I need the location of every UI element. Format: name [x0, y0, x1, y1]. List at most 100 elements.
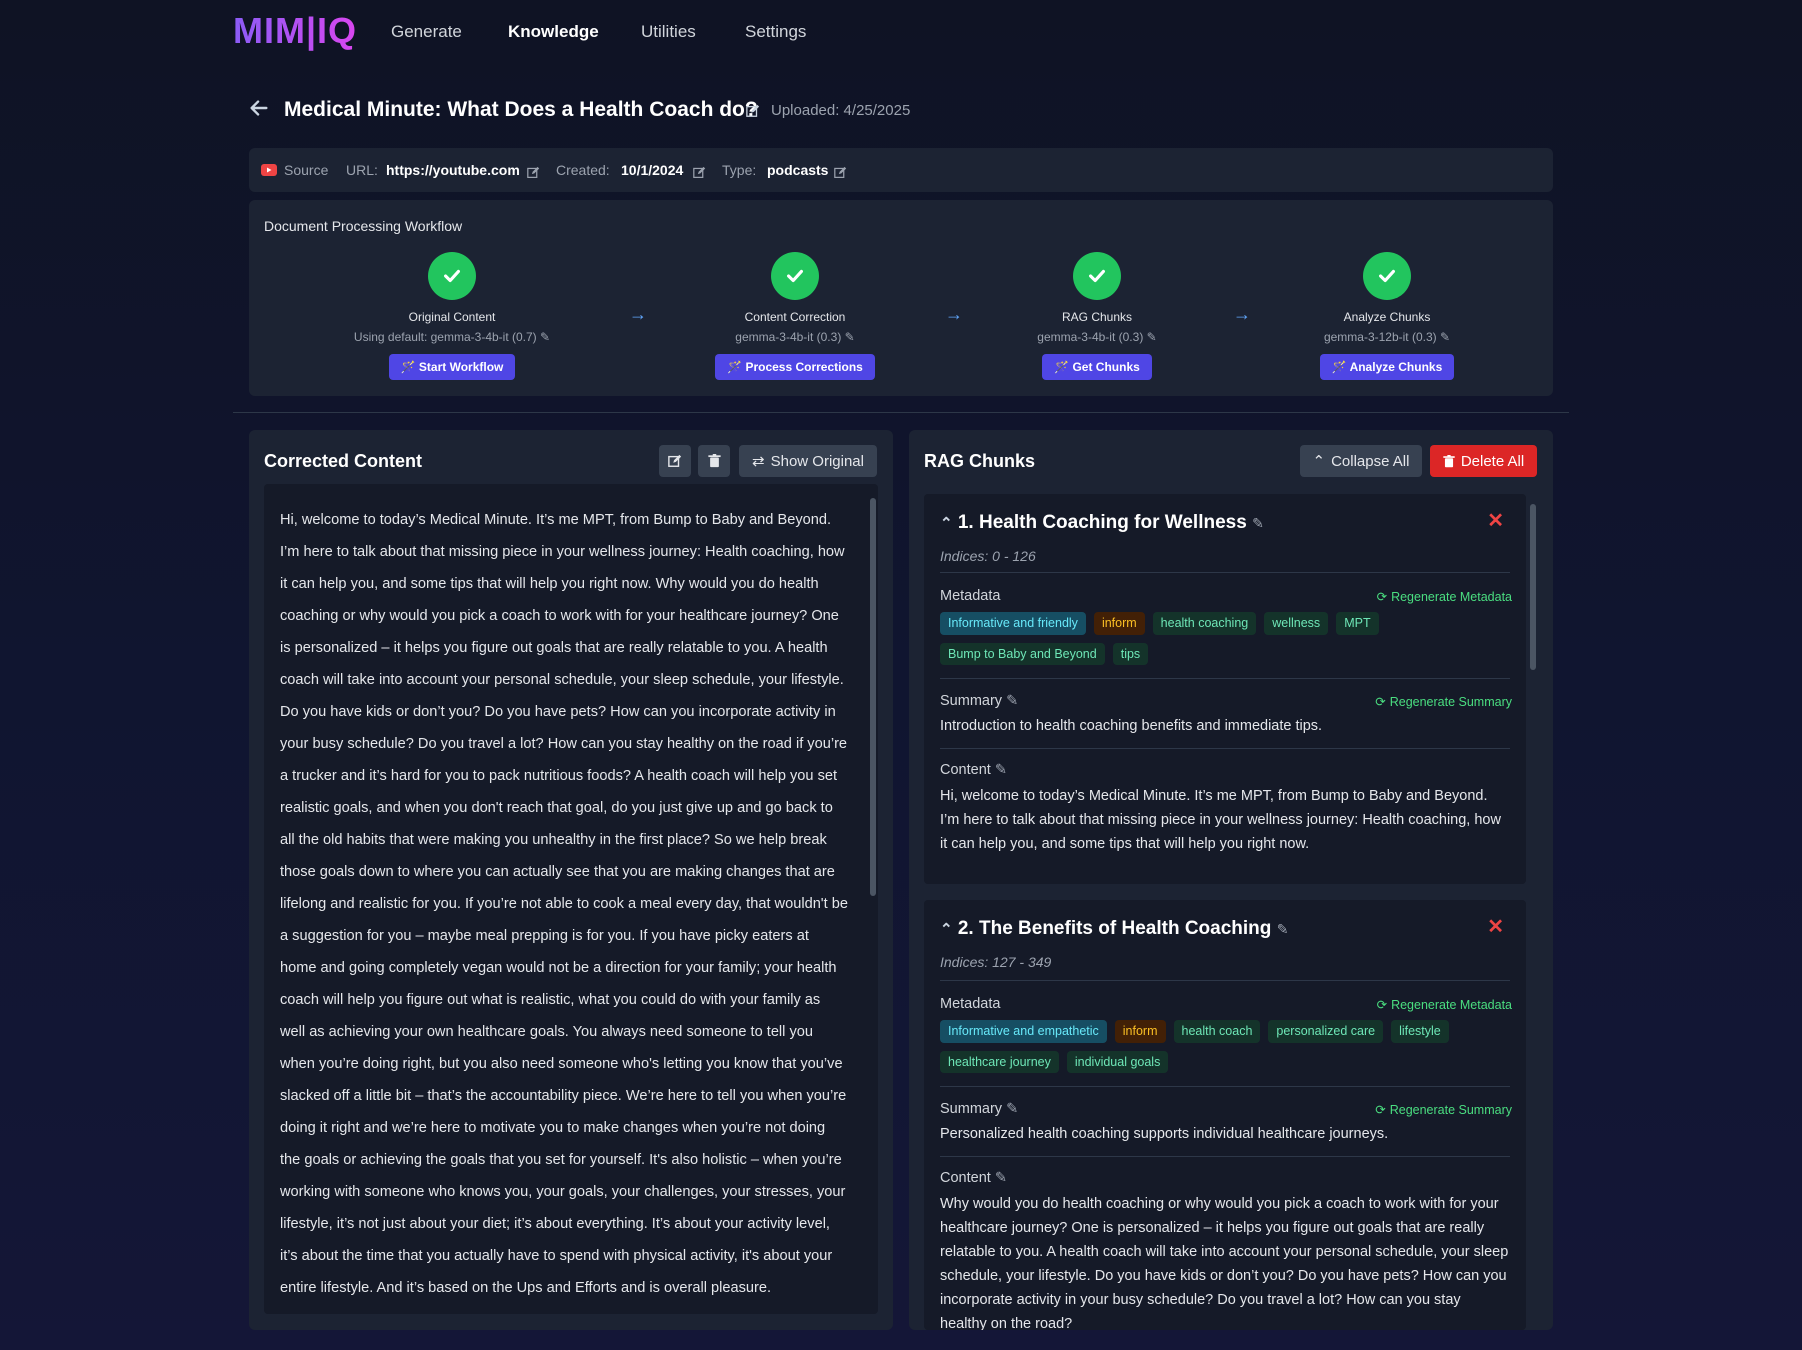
edit-model-icon[interactable]: ✎	[1147, 330, 1157, 344]
delete-all-button[interactable]: Delete All	[1430, 445, 1537, 477]
swap-icon: ⇄	[752, 453, 765, 470]
delete-content-button[interactable]	[698, 445, 730, 477]
check-icon	[428, 252, 476, 300]
rag-chunk: ⌃ 2. The Benefits of Health Coaching ✎ ✕…	[924, 900, 1526, 1330]
scrollbar-thumb[interactable]	[870, 498, 876, 896]
show-original-button[interactable]: ⇄ Show Original	[739, 445, 877, 477]
tag: inform	[1093, 612, 1145, 635]
youtube-icon	[261, 163, 277, 181]
refresh-icon: ⟳	[1376, 590, 1388, 604]
edit-url-icon[interactable]	[527, 164, 540, 182]
url-value[interactable]: https://youtube.com	[386, 162, 520, 178]
scrollbar[interactable]	[870, 486, 876, 1312]
chevron-up-icon: ⌃	[1312, 453, 1326, 470]
analyze-chunks-button[interactable]: 🪄 Analyze Chunks	[1319, 354, 1455, 380]
edit-content-icon[interactable]: ✎	[995, 762, 1007, 778]
tag: Informative and empathetic	[940, 1020, 1107, 1043]
metadata-tags: Informative and empathetic inform health…	[940, 1020, 1500, 1073]
summary-label: Summary ✎	[940, 1101, 1019, 1117]
created-label: Created:	[556, 162, 610, 178]
content-label: Content ✎	[940, 762, 1007, 778]
divider	[233, 412, 1569, 413]
rag-scrollbar[interactable]	[1530, 496, 1536, 1316]
type-label: Type:	[722, 162, 757, 178]
refresh-icon: ⟳	[1375, 695, 1386, 709]
tag: health coach	[1173, 1020, 1261, 1043]
get-chunks-button[interactable]: 🪄 Get Chunks	[1042, 354, 1152, 380]
step-title: Original Content	[408, 310, 496, 324]
tag: inform	[1114, 1020, 1166, 1043]
edit-model-icon[interactable]: ✎	[540, 330, 550, 344]
chevron-up-icon: ⌃	[940, 921, 953, 938]
check-icon	[1363, 252, 1411, 300]
tag: wellness	[1264, 612, 1329, 635]
app-logo[interactable]: MIM|IQ	[233, 10, 357, 52]
chunk-indices: Indices: 127 - 349	[940, 954, 1052, 970]
regenerate-metadata-button[interactable]: ⟳ Regenerate Metadata	[1376, 589, 1512, 605]
nav-generate[interactable]: Generate	[391, 22, 462, 42]
tag: health coaching	[1152, 612, 1257, 635]
regenerate-summary-button[interactable]: ⟳ Regenerate Summary	[1375, 1102, 1512, 1118]
trash-icon	[707, 454, 721, 468]
nav-utilities[interactable]: Utilities	[641, 22, 696, 42]
nav-knowledge[interactable]: Knowledge	[508, 22, 599, 42]
remove-chunk-icon[interactable]: ✕	[1487, 914, 1504, 939]
step-model: gemma-3-12b-it (0.3) ✎	[1323, 330, 1451, 344]
workflow-title: Document Processing Workflow	[264, 218, 463, 234]
check-icon	[1073, 252, 1121, 300]
content-label: Content ✎	[940, 1170, 1007, 1186]
chunk-title[interactable]: ⌃ 2. The Benefits of Health Coaching ✎	[940, 918, 1288, 940]
top-nav: MIM|IQ Generate Knowledge Utilities Sett…	[0, 0, 1802, 64]
rag-chunks-title: RAG Chunks	[924, 451, 1036, 471]
arrow-right-icon: →	[1233, 304, 1251, 324]
chunk-content: Why would you do health coaching or why …	[940, 1196, 1509, 1330]
step-title: Analyze Chunks	[1343, 310, 1431, 324]
chunk-title[interactable]: ⌃ 1. Health Coaching for Wellness ✎	[940, 512, 1264, 534]
process-corrections-button[interactable]: 🪄 Process Corrections	[715, 354, 875, 380]
edit-title-icon[interactable]	[746, 102, 760, 120]
edit-chunk-title-icon[interactable]: ✎	[1277, 921, 1289, 937]
scrollbar-thumb[interactable]	[1530, 504, 1536, 670]
metadata-label: Metadata	[940, 588, 1001, 604]
step-title: Content Correction	[744, 310, 846, 324]
regenerate-summary-button[interactable]: ⟳ Regenerate Summary	[1375, 694, 1512, 710]
edit-model-icon[interactable]: ✎	[1440, 330, 1450, 344]
document-title: Medical Minute: What Does a Health Coach…	[284, 98, 758, 121]
regenerate-metadata-button[interactable]: ⟳ Regenerate Metadata	[1376, 997, 1512, 1013]
remove-chunk-icon[interactable]: ✕	[1487, 508, 1504, 533]
chunk-summary: Personalized health coaching supports in…	[940, 1126, 1389, 1142]
back-arrow-icon[interactable]	[248, 97, 270, 126]
arrow-right-icon: →	[629, 304, 647, 324]
edit-created-icon[interactable]	[693, 164, 706, 182]
refresh-icon: ⟳	[1376, 998, 1388, 1012]
start-workflow-button[interactable]: 🪄 Start Workflow	[388, 354, 516, 380]
chevron-up-icon: ⌃	[940, 515, 953, 532]
edit-content-button[interactable]	[659, 445, 691, 477]
edit-summary-icon[interactable]: ✎	[1006, 693, 1018, 709]
chunk-summary: Introduction to health coaching benefits…	[940, 718, 1323, 734]
workflow-step-correction: Content Correction gemma-3-4b-it (0.3) ✎…	[665, 252, 925, 380]
nav-settings[interactable]: Settings	[745, 22, 806, 42]
url-label: URL:	[346, 162, 378, 178]
tag: tips	[1112, 642, 1149, 665]
workflow-step-original: Original Content Using default: gemma-3-…	[322, 252, 582, 380]
edit-model-icon[interactable]: ✎	[845, 330, 855, 344]
chunk-content: Hi, welcome to today’s Medical Minute. I…	[940, 788, 1501, 852]
edit-type-icon[interactable]	[834, 164, 847, 182]
metadata-label: Metadata	[940, 996, 1001, 1012]
refresh-icon: ⟳	[1375, 1103, 1386, 1117]
edit-chunk-title-icon[interactable]: ✎	[1252, 515, 1264, 531]
corrected-text: Hi, welcome to today’s Medical Minute. I…	[280, 512, 848, 1296]
tag: Bump to Baby and Beyond	[940, 642, 1105, 665]
corrected-text-area[interactable]: Hi, welcome to today’s Medical Minute. I…	[264, 484, 878, 1314]
collapse-all-button[interactable]: ⌃ Collapse All	[1300, 445, 1422, 477]
summary-label: Summary ✎	[940, 693, 1019, 709]
step-title: RAG Chunks	[1061, 310, 1133, 324]
tag: healthcare journey	[940, 1050, 1059, 1073]
tag: MPT	[1336, 612, 1379, 635]
workflow-step-rag: RAG Chunks gemma-3-4b-it (0.3) ✎ 🪄 Get C…	[967, 252, 1227, 380]
edit-summary-icon[interactable]: ✎	[1006, 1101, 1018, 1117]
workflow-step-analyze: Analyze Chunks gemma-3-12b-it (0.3) ✎ 🪄 …	[1257, 252, 1517, 380]
edit-content-icon[interactable]: ✎	[995, 1170, 1007, 1186]
tag: Informative and friendly	[940, 612, 1086, 635]
